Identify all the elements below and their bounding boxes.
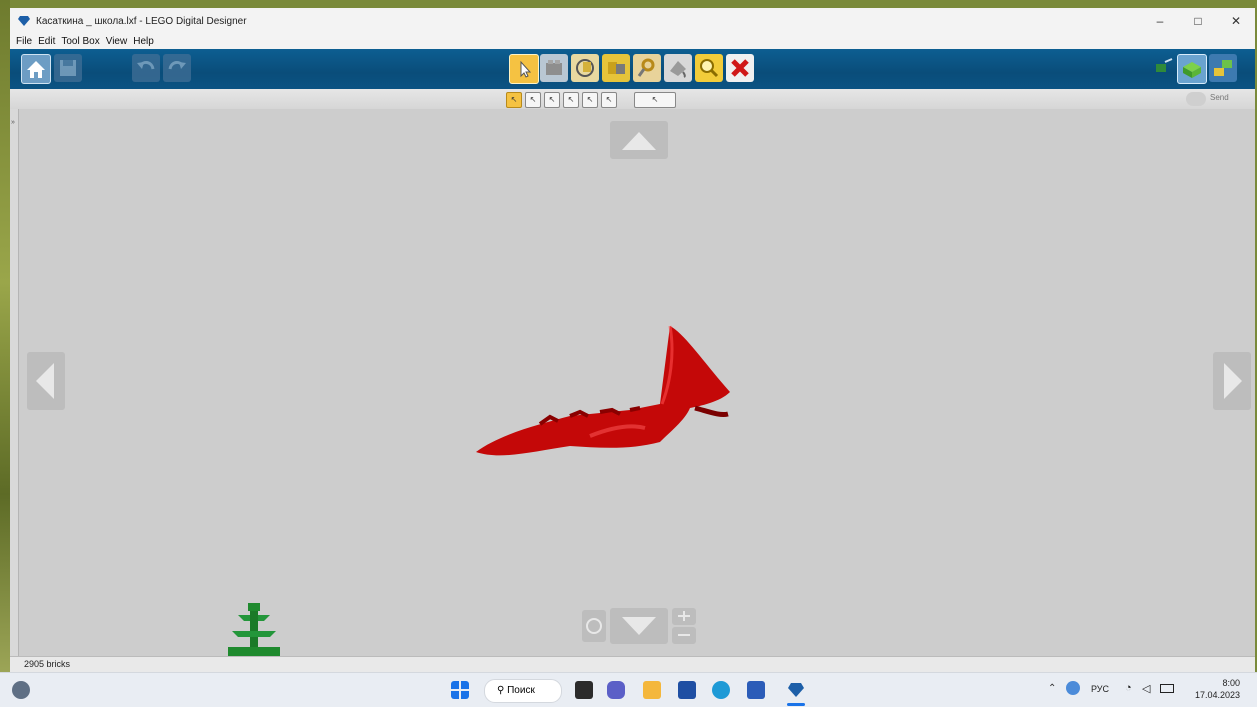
menu-bar: File Edit Tool Box View Help <box>10 34 1255 49</box>
sub-toolbar: ↖ ↖ ↖ ↖ ↖ ↖ ↖ Send <box>10 89 1255 110</box>
menu-help[interactable]: Help <box>133 36 154 47</box>
widgets-icon[interactable] <box>12 681 30 699</box>
floppy-icon <box>60 60 76 76</box>
clone-brick-icon <box>546 60 562 75</box>
send-button[interactable]: Send <box>1210 93 1229 102</box>
taskbar-search-box[interactable]: ⚲ Поиск <box>484 679 562 703</box>
send-icon <box>1186 92 1206 106</box>
delete-x-icon <box>731 59 749 77</box>
view-mode-button[interactable] <box>1177 54 1207 84</box>
search-icon: ⚲ <box>497 685 505 696</box>
task-view-icon[interactable] <box>575 681 593 699</box>
save-button[interactable] <box>54 54 82 82</box>
wifi-icon[interactable]: ◔ <box>1125 682 1132 694</box>
windows-taskbar: ⚲ Поиск ⌃ РУС ◔ ◁ 8:00 17.04.2023 <box>0 672 1257 707</box>
title-bar: Касаткина _ школа.lxf - LEGO Digital Des… <box>10 8 1255 34</box>
red-brick-model[interactable] <box>470 324 740 464</box>
scene-viewport[interactable]: » <box>10 109 1255 656</box>
paint-tool-button[interactable] <box>664 54 692 82</box>
volume-icon[interactable]: ◁ <box>1142 682 1150 695</box>
green-plant-brick[interactable] <box>228 601 280 656</box>
left-panel-collapse-strip[interactable]: » <box>10 109 19 656</box>
camera-left-button[interactable] <box>26 351 66 411</box>
single-select-button[interactable]: ↖ <box>506 92 522 108</box>
group-select-button[interactable]: ↖ <box>634 92 676 108</box>
home-button[interactable] <box>21 54 51 84</box>
select-tool-button[interactable] <box>509 54 539 84</box>
menu-toolbox[interactable]: Tool Box <box>61 36 99 47</box>
hide-tool-button[interactable] <box>695 54 723 82</box>
system-clock[interactable]: 8:00 17.04.2023 <box>1190 677 1240 701</box>
camera-up-button[interactable] <box>609 120 669 160</box>
menu-view[interactable]: View <box>106 36 128 47</box>
file-explorer-icon[interactable] <box>643 681 661 699</box>
menu-file[interactable]: File <box>16 36 32 47</box>
cursor-arrow-icon <box>520 60 532 78</box>
single-select-icon: ↖ <box>510 95 518 104</box>
flex-icon <box>637 58 655 77</box>
battery-icon[interactable] <box>1160 684 1174 693</box>
brick-count: 2905 bricks <box>24 659 71 669</box>
rotate-camera-button <box>582 610 606 642</box>
close-button[interactable]: ✕ <box>1217 14 1255 28</box>
lego-designer-taskbar-icon[interactable] <box>787 681 805 699</box>
clock-date: 17.04.2023 <box>1194 690 1240 700</box>
shape-select-icon: ↖ <box>567 95 575 104</box>
magnifier-icon <box>700 59 719 78</box>
building-guide-mode-button[interactable] <box>1209 54 1237 82</box>
sync-icon[interactable] <box>1066 681 1080 695</box>
status-bar: 2905 bricks <box>10 656 1255 673</box>
edge-browser-icon[interactable] <box>712 681 730 699</box>
redo-button[interactable] <box>163 54 191 82</box>
invert-select-icon: ↖ <box>605 95 613 104</box>
undo-button[interactable] <box>132 54 160 82</box>
build-mode-icon <box>1156 58 1173 72</box>
start-windows-icon[interactable] <box>451 681 469 699</box>
camera-right-button[interactable] <box>1212 351 1252 411</box>
minimize-button[interactable]: – <box>1141 14 1179 28</box>
expand-panel-icon: » <box>11 119 15 126</box>
home-icon <box>27 61 45 78</box>
teams-chat-icon[interactable] <box>607 681 625 699</box>
undo-icon <box>137 60 155 70</box>
camera-bottom-controls <box>582 608 696 644</box>
flex-tool-button[interactable] <box>633 54 661 82</box>
search-label: Поиск <box>507 685 535 696</box>
redo-icon <box>168 60 186 70</box>
color-shape-select-icon: ↖ <box>586 95 594 104</box>
store-icon[interactable] <box>678 681 696 699</box>
main-toolbar <box>10 49 1255 89</box>
group-select-icon: ↖ <box>651 95 659 104</box>
maximize-button[interactable]: □ <box>1179 14 1217 28</box>
delete-tool-button[interactable] <box>726 54 754 82</box>
color-select-icon: ↖ <box>548 95 556 104</box>
clock-time: 8:00 <box>1222 678 1240 688</box>
word-icon[interactable] <box>747 681 765 699</box>
lego-app-icon <box>18 16 30 26</box>
desktop-wallpaper-strip <box>0 0 10 706</box>
build-mode-button[interactable] <box>1153 54 1175 82</box>
hinge-tool-button[interactable] <box>571 54 599 82</box>
language-indicator[interactable]: РУС <box>1091 684 1109 694</box>
bricks-stack-icon <box>1214 60 1232 76</box>
connected-select-icon: ↖ <box>529 95 537 104</box>
hinge-icon <box>576 59 594 77</box>
app-window: Касаткина _ школа.lxf - LEGO Digital Des… <box>10 8 1255 673</box>
green-brick-icon <box>1183 62 1201 78</box>
invert-select-button[interactable]: ↖ <box>601 92 617 108</box>
paint-bucket-icon <box>670 61 686 78</box>
connected-select-button[interactable]: ↖ <box>525 92 541 108</box>
chevron-up-icon[interactable]: ⌃ <box>1048 683 1056 694</box>
color-shape-select-button[interactable]: ↖ <box>582 92 598 108</box>
window-title: Касаткина _ школа.lxf - LEGO Digital Des… <box>36 15 247 27</box>
hinge-align-tool-button[interactable] <box>602 54 630 82</box>
shape-select-button[interactable]: ↖ <box>563 92 579 108</box>
color-select-button[interactable]: ↖ <box>544 92 560 108</box>
clone-tool-button[interactable] <box>540 54 568 82</box>
hinge-align-icon <box>608 62 625 74</box>
menu-edit[interactable]: Edit <box>38 36 55 47</box>
